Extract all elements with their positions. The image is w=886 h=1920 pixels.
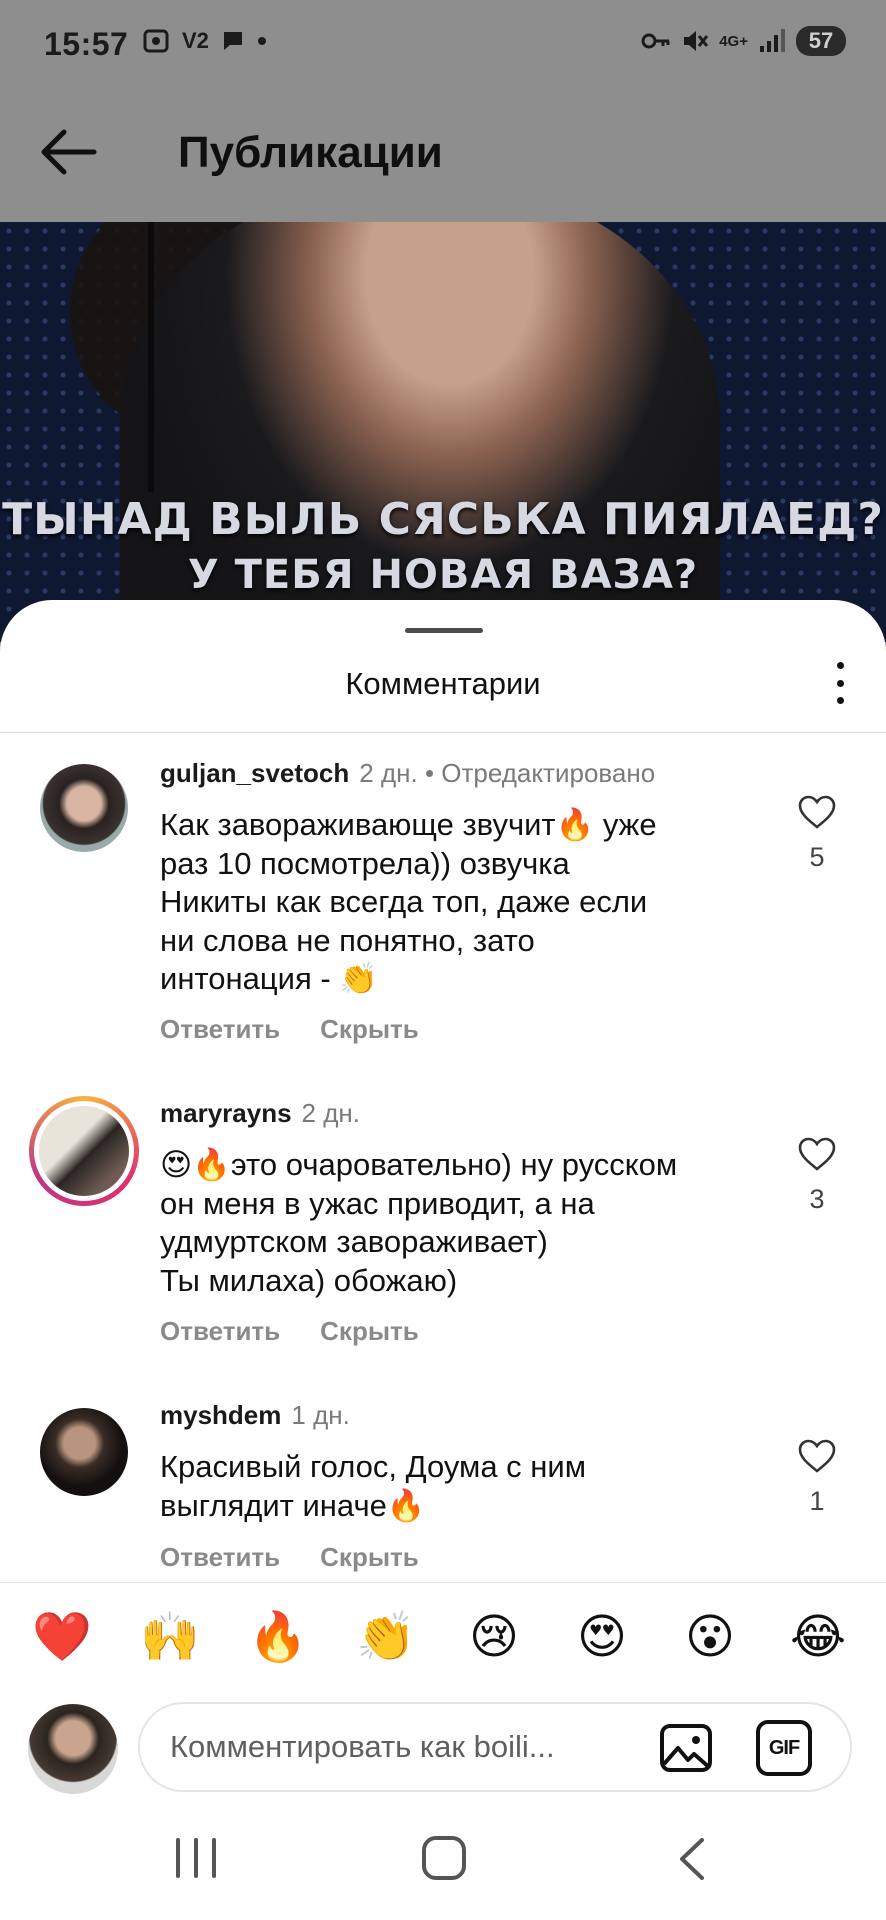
status-right-icons: 4G+ 57 — [641, 26, 846, 56]
sheet-title: Комментарии — [345, 666, 541, 701]
comment-text-line: интонация - 👏 — [160, 961, 378, 996]
reply-button[interactable]: Ответить — [160, 1542, 280, 1573]
comment-edited-label: • Отредактировано — [424, 758, 656, 788]
avatar-story-inner — [34, 1101, 134, 1201]
more-dot-icon — [836, 662, 844, 669]
emoji-quick-bar: ❤️ 🙌 🔥 👏 😢 😍 😮 😂 — [0, 1582, 886, 1692]
comment-meta: maryrayns 2 дн. — [160, 1098, 360, 1129]
comment-input-row: GIF — [0, 1692, 886, 1800]
more-dot-icon — [836, 679, 844, 687]
hide-button[interactable]: Скрыть — [320, 1014, 419, 1045]
my-avatar — [28, 1704, 118, 1794]
recents-button[interactable] — [176, 1838, 216, 1878]
emoji-laughing-button[interactable]: 😂 — [786, 1605, 850, 1669]
comment-text-line: Красивый голос, Доума с ним — [160, 1449, 587, 1484]
signal-icon — [760, 29, 785, 52]
comment-text-line: Никиты как всегда топ, даже если — [160, 884, 648, 919]
comment-text-line: выглядит иначе🔥 — [160, 1487, 426, 1523]
video-microphone-cable — [148, 222, 154, 492]
comment-meta: guljan_svetoch 2 дн. • Отредактировано — [160, 758, 655, 789]
hide-button[interactable]: Скрыть — [320, 1542, 419, 1573]
comment-text-line: ни слова не понятно, зато — [160, 922, 535, 958]
comment-input-container: GIF — [138, 1702, 852, 1792]
comment-text-line: удмуртском завораживает) — [160, 1224, 548, 1259]
emoji-fire-button[interactable]: 🔥 — [246, 1605, 310, 1669]
drag-handle[interactable] — [405, 628, 483, 633]
page-title: Публикации — [178, 128, 443, 177]
recents-bar-icon — [212, 1838, 216, 1878]
emoji-raised-hands-button[interactable]: 🙌 — [138, 1605, 202, 1669]
more-options-button[interactable] — [828, 662, 852, 704]
recents-bar-icon — [194, 1838, 198, 1878]
comment-meta: myshdem 1 дн. — [160, 1400, 350, 1431]
comment-input[interactable] — [170, 1704, 640, 1790]
comment-time: 2 дн. — [301, 1098, 360, 1128]
comment-username[interactable]: guljan_svetoch — [160, 758, 349, 788]
app-header: Публикации — [0, 88, 886, 222]
like-column: 3 — [790, 1136, 844, 1215]
comment-text-line: Ты милаха) обожаю) — [160, 1262, 458, 1298]
screen-record-icon — [143, 29, 169, 53]
mute-icon — [684, 31, 709, 51]
v2-label: V2 — [182, 28, 209, 53]
comment-text-line: 😍🔥это очаровательно) ну русском — [160, 1147, 678, 1182]
comment-time: 2 дн. — [359, 758, 418, 788]
system-nav-bar — [0, 1800, 886, 1920]
video-subtitle-line-1: ТЫНАД ВЫЛЬ СЯСЬКА ПИЯЛАЕД? — [2, 494, 884, 545]
image-attach-button[interactable] — [658, 1720, 714, 1776]
battery-indicator: 57 — [796, 26, 846, 56]
reply-button[interactable]: Ответить — [160, 1014, 280, 1045]
chat-bubble-icon — [223, 32, 242, 50]
avatar[interactable] — [40, 1408, 128, 1496]
network-label: 4G+ — [719, 32, 748, 50]
emoji-clap-button[interactable]: 👏 — [354, 1605, 418, 1669]
status-bar: 15:57 V2 4G+ 57 — [0, 0, 886, 88]
like-column: 5 — [790, 794, 844, 873]
comment-text-line: он меня в ужас приводит, а на — [160, 1185, 595, 1221]
comment-text-line: раз 10 посмотрела)) озвучка — [160, 845, 570, 881]
heart-icon[interactable] — [797, 794, 837, 830]
reply-button[interactable]: Ответить — [160, 1316, 280, 1347]
key-icon — [641, 33, 670, 49]
comment-time: 1 дн. — [291, 1400, 350, 1430]
back-button[interactable] — [36, 124, 100, 180]
avatar[interactable] — [40, 764, 128, 852]
recents-bar-icon — [176, 1838, 180, 1878]
comment-actions: Ответить Скрыть — [160, 1542, 419, 1573]
like-count: 3 — [809, 1184, 825, 1214]
gif-button[interactable]: GIF — [756, 1720, 812, 1776]
emoji-heart-button[interactable]: ❤️ — [30, 1605, 94, 1669]
status-time: 15:57 — [44, 26, 129, 62]
chevron-left-icon — [680, 1838, 704, 1880]
more-dot-icon — [836, 697, 844, 704]
comment-text: Как завораживающе звучит🔥 уже раз 10 пос… — [160, 806, 760, 999]
hide-button[interactable]: Скрыть — [320, 1316, 419, 1347]
status-left-icons: V2 — [142, 28, 267, 54]
divider — [0, 732, 886, 733]
like-count: 1 — [809, 1486, 825, 1516]
avatar-story-ring[interactable] — [29, 1096, 139, 1206]
comment-text: 😍🔥это очаровательно) ну русском он меня … — [160, 1146, 760, 1300]
heart-icon[interactable] — [797, 1136, 837, 1172]
comment-actions: Ответить Скрыть — [160, 1316, 419, 1347]
comment-username[interactable]: maryrayns — [160, 1098, 292, 1128]
comment-text: Красивый голос, Доума с ним выглядит ина… — [160, 1448, 760, 1525]
heart-icon[interactable] — [797, 1438, 837, 1474]
emoji-surprised-button[interactable]: 😮 — [678, 1605, 742, 1669]
comment-actions: Ответить Скрыть — [160, 1014, 419, 1045]
emoji-crying-button[interactable]: 😢 — [462, 1605, 526, 1669]
image-icon — [660, 1724, 712, 1772]
home-button[interactable] — [422, 1836, 466, 1880]
like-count: 5 — [809, 842, 825, 872]
dot-icon — [257, 37, 266, 45]
video-player[interactable]: ТЫНАД ВЫЛЬ СЯСЬКА ПИЯЛАЕД? У ТЕБЯ НОВАЯ … — [0, 222, 886, 642]
comment-text-line: Как завораживающе звучит🔥 уже — [160, 807, 657, 842]
emoji-heart-eyes-button[interactable]: 😍 — [570, 1605, 634, 1669]
like-column: 1 — [790, 1438, 844, 1517]
comment-username[interactable]: myshdem — [160, 1400, 281, 1430]
arrow-left-icon — [41, 129, 97, 175]
video-subtitle-line-2: У ТЕБЯ НОВАЯ ВАЗА? — [187, 552, 699, 598]
system-back-button[interactable] — [672, 1834, 712, 1884]
avatar — [39, 1106, 129, 1196]
